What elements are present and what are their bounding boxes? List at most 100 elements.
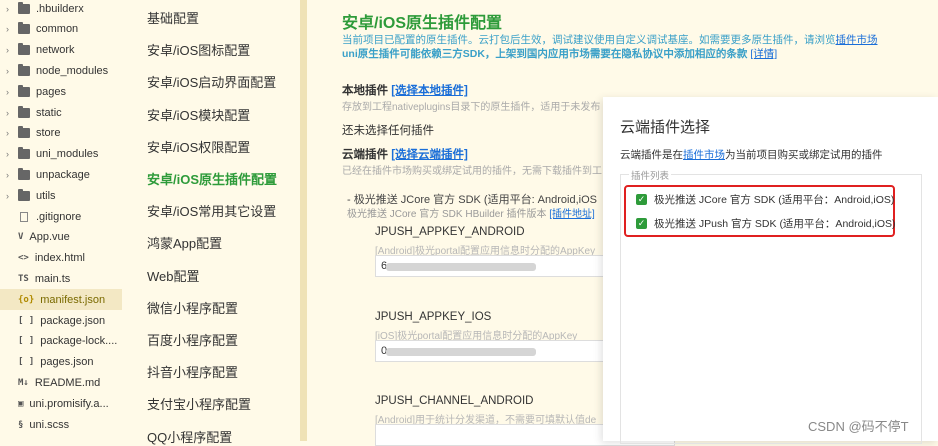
field-label: JPUSH_APPKEY_ANDROID xyxy=(375,226,525,238)
nav-item[interactable]: 基础配置 xyxy=(147,8,199,27)
nav-item[interactable]: 安卓/iOS模块配置 xyxy=(147,105,250,124)
nav-item[interactable]: 安卓/iOS图标配置 xyxy=(147,40,250,59)
tree-item-label: .gitignore xyxy=(36,210,82,223)
chevron-right-icon[interactable]: › xyxy=(6,149,16,159)
tree-folder[interactable]: › static xyxy=(0,102,122,123)
dialog-plugin-market-link[interactable]: 插件市场 xyxy=(683,149,725,161)
tree-folder[interactable]: › network xyxy=(0,40,122,61)
json-file-icon: [ ] xyxy=(18,315,35,326)
nav-item[interactable]: 鸿蒙App配置 xyxy=(147,233,222,252)
checkbox-checked-icon[interactable]: ✓ xyxy=(636,194,647,205)
tree-file[interactable]: ▣ uni.promisify.a... xyxy=(0,393,122,414)
nav-item[interactable]: Web配置 xyxy=(147,266,200,285)
tree-file[interactable]: [ ] pages.json xyxy=(0,352,122,373)
nav-item[interactable]: 安卓/iOS启动界面配置 xyxy=(147,72,276,91)
tree-item-label: utils xyxy=(36,189,56,202)
chevron-right-icon[interactable]: › xyxy=(6,45,16,55)
tree-file[interactable]: TS main.ts xyxy=(0,268,122,289)
plugin-address-link[interactable]: [插件地址] xyxy=(549,209,595,220)
tree-folder[interactable]: › .hbuilderx xyxy=(0,0,122,19)
plugin-option-jcore[interactable]: ✓ 极光推送 JCore 官方 SDK (适用平台：Android,iOS) xyxy=(636,192,894,207)
json-file-icon: [ ] xyxy=(18,357,35,368)
nav-item[interactable]: 安卓/iOS原生插件配置 xyxy=(147,169,277,188)
tree-folder[interactable]: › unpackage xyxy=(0,164,122,185)
tree-item-label: static xyxy=(36,106,62,119)
chevron-right-icon[interactable]: › xyxy=(6,191,16,201)
plugin-version-text: 极光推送 JCore 官方 SDK HBuilder 插件版本 xyxy=(347,209,547,220)
description-text: 当前项目已配置的原生插件。云打包后生效，调试建议使用自定义调试基座。如需要更多原… xyxy=(342,34,836,46)
nav-item[interactable]: 抖音小程序配置 xyxy=(147,362,238,381)
local-plugins-hint: 存放到工程nativeplugins目录下的原生插件，适用于未发布 xyxy=(342,102,601,113)
select-local-plugin-link[interactable]: [选择本地插件] xyxy=(391,85,468,97)
tree-file[interactable]: .gitignore xyxy=(0,206,122,227)
settings-nav: 基础配置 安卓/iOS图标配置 安卓/iOS启动界面配置 安卓/iOS模块配置 安卓/i… xyxy=(122,0,300,445)
dialog-description-suffix: 为当前项目购买或绑定试用的插件 xyxy=(725,149,883,161)
tree-item-label: manifest.json xyxy=(40,293,106,306)
tree-file[interactable]: § uni.scss xyxy=(0,414,122,435)
chevron-right-icon[interactable]: › xyxy=(6,170,16,180)
tree-item-label: store xyxy=(36,127,61,140)
file-icon xyxy=(20,211,28,222)
details-link[interactable]: [详情] xyxy=(750,48,777,60)
json-file-icon: [ ] xyxy=(18,336,35,347)
chevron-right-icon[interactable]: › xyxy=(6,24,16,34)
tree-file[interactable]: <> index.html xyxy=(0,248,122,269)
folder-icon xyxy=(18,147,30,160)
cloud-plugins-title: 云端插件 xyxy=(342,149,388,161)
tree-item-label: App.vue xyxy=(29,231,70,244)
nav-item[interactable]: 微信小程序配置 xyxy=(147,298,238,317)
nav-item[interactable]: 百度小程序配置 xyxy=(147,330,238,349)
cloud-plugins-hint: 已经在插件市场购买或绑定试用的插件，无需下载插件到工 xyxy=(342,166,602,177)
sdk-notice-text: uni原生插件可能依赖三方SDK，上架到国内应用市场需要在隐私协议中添加相应的条… xyxy=(342,48,748,60)
folder-icon xyxy=(18,43,30,56)
local-plugins-title: 本地插件 xyxy=(342,85,388,97)
tree-folder[interactable]: › uni_modules xyxy=(0,144,122,165)
plugin-list-legend: 插件列表 xyxy=(629,168,672,182)
nav-item[interactable]: 安卓/iOS常用其它设置 xyxy=(147,201,276,220)
chevron-right-icon[interactable]: › xyxy=(6,66,16,76)
watermark: CSDN @码不停T xyxy=(808,419,909,434)
tree-item-label: network xyxy=(36,44,75,57)
field-label: JPUSH_APPKEY_IOS xyxy=(375,311,492,323)
local-plugins-empty: 还未选择任何插件 xyxy=(342,125,434,137)
dialog-title: 云端插件选择 xyxy=(620,119,711,136)
tree-item-label: package-lock.... xyxy=(40,335,118,348)
panel-divider[interactable] xyxy=(300,0,307,441)
js-file-icon: ▣ xyxy=(18,398,24,409)
folder-icon xyxy=(18,63,30,76)
tree-item-label: main.ts xyxy=(34,272,71,285)
plugin-market-link[interactable]: 插件市场 xyxy=(836,34,878,46)
html-file-icon: <> xyxy=(18,253,29,264)
nav-item[interactable]: 支付宝小程序配置 xyxy=(147,394,251,413)
checkbox-checked-icon[interactable]: ✓ xyxy=(636,218,647,229)
plugin-option-jpush[interactable]: ✓ 极光推送 JPush 官方 SDK (适用平台：Android,iOS) xyxy=(636,216,896,231)
chevron-right-icon[interactable]: › xyxy=(6,87,16,97)
chevron-right-icon[interactable]: › xyxy=(6,128,16,138)
field-label: JPUSH_CHANNEL_ANDROID xyxy=(375,395,534,407)
tree-file[interactable]: M↓ README.md xyxy=(0,372,122,393)
tree-folder[interactable]: › common xyxy=(0,19,122,40)
tree-folder[interactable]: › pages xyxy=(0,81,122,102)
dialog-description: 云端插件是在插件市场为当前项目购买或绑定试用的插件 xyxy=(620,147,883,162)
tree-file[interactable]: {o} manifest.json xyxy=(0,289,122,311)
select-cloud-plugin-link[interactable]: [选择云端插件] xyxy=(391,149,468,161)
tree-folder[interactable]: › utils xyxy=(0,185,122,206)
tree-item-label: uni.promisify.a... xyxy=(29,397,109,410)
nav-item[interactable]: 安卓/iOS权限配置 xyxy=(147,137,250,156)
folder-icon xyxy=(18,188,30,201)
tree-file[interactable]: [ ] package-lock.... xyxy=(0,331,122,352)
cloud-plugin-dialog: 云端插件选择 云端插件是在插件市场为当前项目购买或绑定试用的插件 插件列表 xyxy=(603,97,938,444)
scss-file-icon: § xyxy=(18,419,24,430)
chevron-right-icon[interactable]: › xyxy=(6,108,16,118)
tree-item-label: pages.json xyxy=(40,356,94,369)
tree-folder[interactable]: › store xyxy=(0,123,122,144)
sdk-notice: uni原生插件可能依赖三方SDK，上架到国内应用市场需要在隐私协议中添加相应的条… xyxy=(342,46,777,61)
chevron-right-icon[interactable]: › xyxy=(6,4,16,14)
folder-icon xyxy=(18,167,30,180)
folder-icon xyxy=(18,22,30,35)
folder-icon xyxy=(18,105,30,118)
tree-file[interactable]: V App.vue xyxy=(0,227,122,248)
nav-item[interactable]: QQ小程序配置 xyxy=(147,427,232,446)
tree-file[interactable]: [ ] package.json xyxy=(0,310,122,331)
tree-folder[interactable]: › node_modules xyxy=(0,60,122,81)
